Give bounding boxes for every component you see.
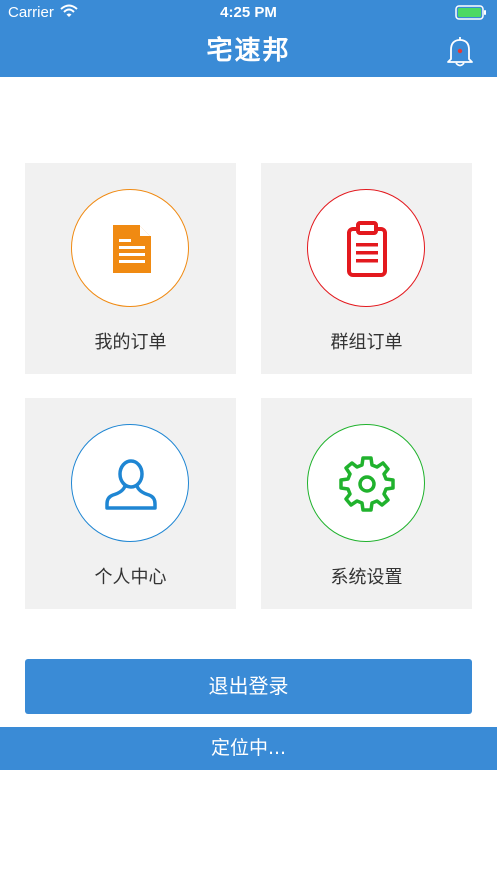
app-header: Carrier 4:25 PM 宅速邦 (0, 0, 497, 77)
group-orders-label: 群组订单 (330, 332, 403, 353)
document-icon (113, 225, 151, 273)
my-orders-label: 我的订单 (94, 332, 167, 353)
settings-tile[interactable]: 系统设置 (261, 398, 472, 609)
clipboard-icon (347, 221, 387, 277)
notification-dot (457, 48, 463, 54)
group-orders-tile[interactable]: 群组订单 (261, 163, 472, 374)
settings-icon-circle (307, 424, 425, 542)
gear-icon (339, 456, 395, 512)
profile-label: 个人中心 (94, 567, 167, 588)
status-bar: Carrier 4:25 PM (0, 0, 497, 26)
location-status-bar: 定位中... (0, 727, 497, 770)
profile-tile[interactable]: 个人中心 (25, 398, 236, 609)
user-icon (105, 459, 157, 510)
page-title: 宅速邦 (206, 36, 291, 66)
battery-icon (455, 5, 486, 20)
my-orders-tile[interactable]: 我的订单 (25, 163, 236, 374)
settings-label: 系统设置 (330, 567, 403, 588)
status-time: 4:25 PM (220, 4, 277, 21)
profile-icon-circle (71, 424, 189, 542)
group-orders-icon-circle (307, 189, 425, 307)
logout-button[interactable]: 退出登录 (25, 659, 472, 714)
my-orders-icon-circle (71, 189, 189, 307)
bell-icon[interactable] (445, 34, 475, 68)
